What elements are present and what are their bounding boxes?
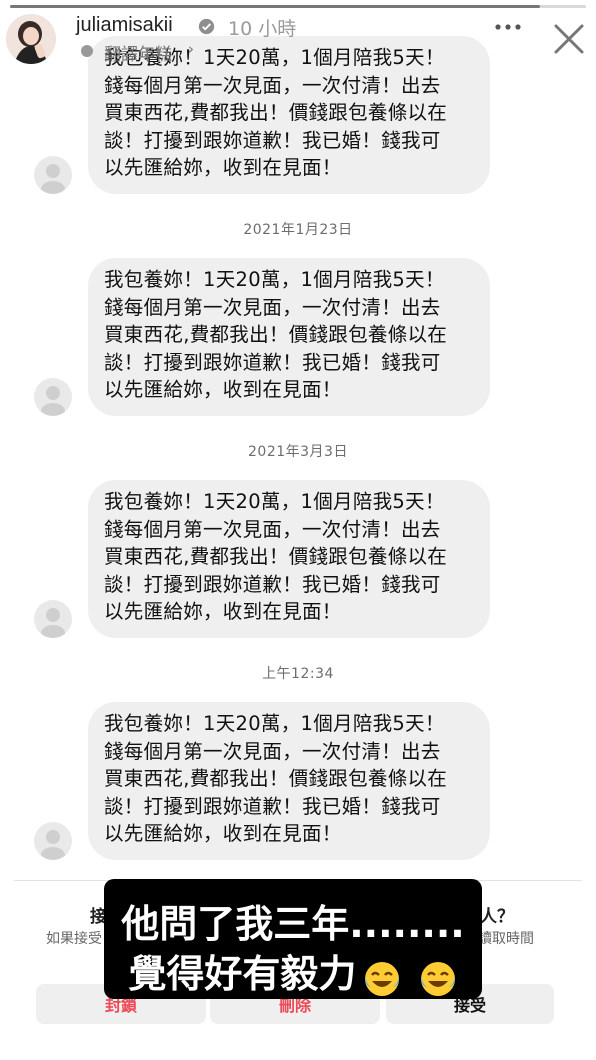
close-icon[interactable] bbox=[552, 22, 586, 56]
message-text: 我包養妳！1天20萬，1個月陪我5天！ 錢每個月第一次見面，一次付清！出去 買東… bbox=[104, 268, 448, 401]
tears-of-joy-emoji-icon bbox=[365, 961, 400, 996]
tears-of-joy-emoji-icon bbox=[420, 961, 455, 996]
timestamp: 2021年1月23日 bbox=[243, 222, 353, 238]
username[interactable]: juliamisakii bbox=[76, 14, 173, 37]
more-dots-icon[interactable] bbox=[494, 22, 522, 32]
message-text: 我包養妳！1天20萬，1個月陪我5天！ 錢每個月第一次見面，一次付清！出去 買東… bbox=[104, 712, 448, 845]
timestamp: 2021年3月3日 bbox=[248, 444, 348, 460]
sender-avatar[interactable] bbox=[34, 378, 72, 416]
caption-line-2-wrap: 覺得好有毅力 bbox=[104, 943, 482, 999]
profile-avatar[interactable] bbox=[6, 14, 56, 64]
translate-icon bbox=[81, 45, 93, 57]
story-progress-fill bbox=[10, 5, 540, 8]
request-subtitle-end: 讀取時間 bbox=[478, 931, 534, 947]
story-caption[interactable]: 他問了我三年........ 覺得好有毅力 bbox=[104, 879, 482, 999]
story-progress-bar bbox=[10, 5, 586, 8]
message-text: 我包養妳！1天20萬，1個月陪我5天！ 錢每個月第一次見面，一次付清！出去 買東… bbox=[104, 490, 448, 623]
request-title-end: 人？ bbox=[480, 907, 514, 927]
post-time: 10 小時 bbox=[228, 18, 297, 40]
verified-badge-icon bbox=[198, 18, 215, 35]
request-subtitle: 如果接受 bbox=[46, 931, 102, 947]
story-header: juliamisakii 10 小時 翻譯年糕 › bbox=[0, 0, 596, 70]
sender-avatar[interactable] bbox=[34, 156, 72, 194]
timestamp: 上午12:34 bbox=[262, 666, 334, 682]
chevron-right-icon: › bbox=[188, 40, 194, 58]
caption-line-1: 他問了我三年........ bbox=[121, 902, 465, 946]
caption-line-2: 覺得好有毅力 bbox=[128, 952, 357, 996]
sender-avatar[interactable] bbox=[34, 600, 72, 638]
translate-link[interactable]: 翻譯年糕 bbox=[104, 40, 172, 65]
sender-avatar[interactable] bbox=[34, 822, 72, 860]
emoji-group bbox=[360, 954, 457, 999]
